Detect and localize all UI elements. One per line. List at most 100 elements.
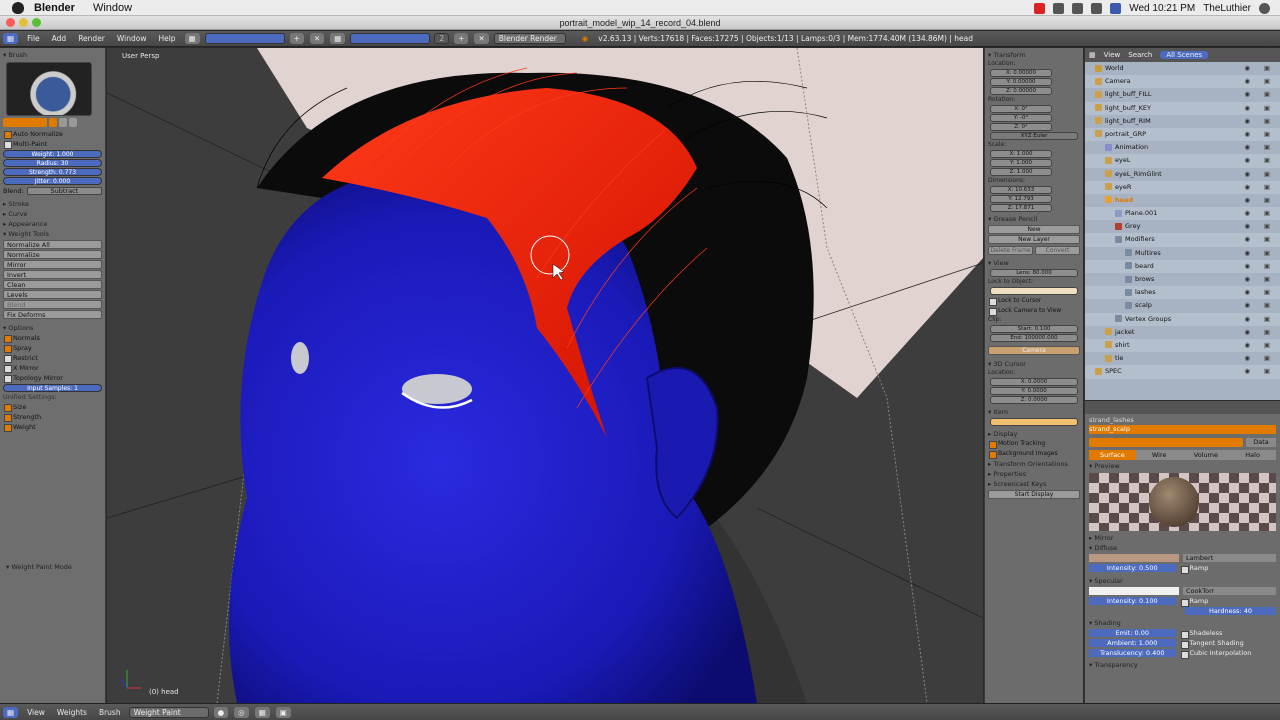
outliner-row[interactable]: eyeL ◉ ▣ — [1085, 154, 1280, 168]
render-visibility-icon[interactable]: ▣ — [1264, 247, 1270, 260]
outliner-search-menu[interactable]: Search — [1128, 51, 1152, 59]
outliner-row[interactable]: eyeL_RimGlint ◉ ▣ — [1085, 168, 1280, 181]
brush-add-button[interactable] — [59, 118, 67, 127]
visibility-eye-icon[interactable]: ◉ — [1244, 207, 1250, 220]
outliner-row[interactable]: Animation ◉ ▣ — [1085, 141, 1280, 154]
interaction-mode-select[interactable]: Weight Paint — [128, 706, 209, 718]
render-visibility-icon[interactable]: ▣ — [1264, 207, 1270, 220]
unified-size-checkbox[interactable]: Size — [3, 402, 102, 412]
diffuse-intensity-slider[interactable]: Intensity: 0.500 — [1089, 564, 1176, 572]
outliner-row[interactable]: brows ◉ ▣ — [1085, 273, 1280, 286]
render-visibility-icon[interactable]: ▣ — [1264, 194, 1270, 207]
render-visibility-icon[interactable]: ▣ — [1264, 141, 1270, 154]
render-visibility-icon[interactable]: ▣ — [1264, 273, 1270, 286]
lock-camera-checkbox[interactable]: Lock Camera to View — [988, 306, 1080, 316]
editor-type-icon[interactable]: ▦ — [3, 33, 19, 44]
normalize-button[interactable]: Normalize — [3, 250, 102, 259]
convert-button[interactable]: Convert — [1035, 246, 1080, 255]
unified-strength-checkbox[interactable]: Strength — [3, 412, 102, 422]
pivot-icon[interactable]: ◎ — [234, 706, 249, 718]
jitter-slider[interactable]: Jitter: 0.000 — [3, 177, 102, 185]
new-layer-button[interactable]: New Layer — [988, 235, 1080, 244]
scale-x[interactable]: X: 1.000 — [990, 150, 1052, 158]
outliner-row[interactable]: Modifiers ◉ ▣ — [1085, 233, 1280, 247]
visibility-eye-icon[interactable]: ◉ — [1244, 75, 1250, 88]
spray-checkbox[interactable]: Spray — [3, 343, 102, 353]
weight-slider[interactable]: Weight: 1.000 — [3, 150, 102, 158]
translucency-slider[interactable]: Translucency: 0.400 — [1089, 649, 1176, 657]
clock[interactable]: Wed 10:21 PM — [1129, 3, 1195, 14]
outliner-row[interactable]: Camera ◉ ▣ — [1085, 75, 1280, 89]
strength-slider[interactable]: Strength: 0.773 — [3, 168, 102, 176]
render-visibility-icon[interactable]: ▣ — [1264, 128, 1270, 141]
remove-screen-button[interactable]: ✕ — [309, 33, 325, 44]
specular-color-swatch[interactable] — [1089, 587, 1179, 595]
display-mode-select[interactable]: All Scenes — [1160, 51, 1209, 59]
clip-start-field[interactable]: Start: 0.100 — [990, 325, 1078, 333]
invert-button[interactable]: Invert — [3, 270, 102, 279]
mirror-button[interactable]: Mirror — [3, 260, 102, 269]
visibility-eye-icon[interactable]: ◉ — [1244, 339, 1250, 352]
tab-surface[interactable]: Surface — [1089, 450, 1136, 460]
item-header[interactable]: Item — [988, 407, 1080, 417]
visibility-eye-icon[interactable]: ◉ — [1244, 313, 1250, 326]
rotation-z[interactable]: Z: 0° — [990, 123, 1052, 131]
motion-tracking-checkbox[interactable]: Motion Tracking — [988, 439, 1080, 449]
outliner-row[interactable]: lashes ◉ ▣ — [1085, 286, 1280, 300]
volume-icon[interactable] — [1091, 2, 1103, 14]
layers-icon[interactable]: ▦ — [254, 706, 270, 718]
flag-icon[interactable] — [1110, 2, 1122, 14]
screen-layout-icon[interactable]: ▦ — [184, 33, 200, 44]
render-visibility-icon[interactable]: ▣ — [1264, 115, 1270, 128]
render-visibility-icon[interactable]: ▣ — [1264, 260, 1270, 273]
outliner-row[interactable]: eyeR ◉ ▣ — [1085, 180, 1280, 194]
add-screen-button[interactable]: + — [289, 33, 304, 44]
levels-button[interactable]: Levels — [3, 290, 102, 299]
outliner-row[interactable]: Multires ◉ ▣ — [1085, 247, 1280, 260]
apple-menu-icon[interactable] — [12, 1, 24, 14]
viewport-shading-icon[interactable]: ● — [213, 706, 229, 718]
outliner-view-menu[interactable]: View — [1104, 51, 1121, 59]
visibility-eye-icon[interactable]: ◉ — [1244, 62, 1250, 75]
render-visibility-icon[interactable]: ▣ — [1264, 339, 1270, 352]
transparency-header[interactable]: Transparency — [1085, 660, 1280, 670]
outliner-row[interactable]: shirt ◉ ▣ — [1085, 338, 1280, 353]
render-visibility-icon[interactable]: ▣ — [1264, 299, 1270, 312]
dimension-x[interactable]: X: 10.633 — [990, 186, 1052, 194]
render-visibility-icon[interactable]: ▣ — [1264, 62, 1270, 75]
tangent-shading-checkbox[interactable]: Tangent Shading — [1180, 639, 1277, 649]
outliner-row[interactable]: jacket ◉ ▣ — [1085, 326, 1280, 339]
scale-y[interactable]: Y: 1.000 — [990, 159, 1052, 167]
window-menu[interactable]: Window — [93, 2, 132, 14]
slot-item-selected[interactable]: strand_scalp — [1089, 425, 1276, 434]
diffuse-header[interactable]: Diffuse — [1085, 543, 1280, 553]
item-name-field[interactable] — [990, 418, 1078, 426]
outliner-row[interactable]: tie ◉ ▣ — [1085, 352, 1280, 365]
normalize-all-button[interactable]: Normalize All — [3, 240, 102, 249]
lens-field[interactable]: Lens: 80.000 — [990, 269, 1078, 277]
location-x[interactable]: X: 0.00000 — [990, 69, 1052, 77]
curve-panel-header[interactable]: Curve — [3, 209, 102, 219]
appearance-panel-header[interactable]: Appearance — [3, 219, 102, 229]
specular-intensity-slider[interactable]: Intensity: 0.100 — [1089, 597, 1176, 605]
slot-item[interactable]: strand_lashes — [1089, 416, 1276, 425]
location-z[interactable]: Z: 0.00000 — [990, 87, 1052, 95]
grease-pencil-header[interactable]: Grease Pencil — [988, 214, 1080, 224]
outliner-row[interactable]: World ◉ ▣ — [1085, 62, 1280, 75]
shadeless-checkbox[interactable]: Shadeless — [1180, 629, 1277, 639]
grease-new-button[interactable]: New — [988, 225, 1080, 234]
unified-weight-checkbox[interactable]: Weight — [3, 422, 102, 432]
visibility-eye-icon[interactable]: ◉ — [1244, 299, 1250, 312]
menu-render[interactable]: Render — [78, 34, 105, 43]
weight-paint-mode-panel[interactable]: Weight Paint Mode — [6, 562, 72, 572]
material-name-field[interactable] — [1089, 438, 1243, 447]
mirror-header[interactable]: Mirror — [1085, 533, 1280, 543]
display-header[interactable]: Display — [988, 429, 1080, 439]
screen-layout-field[interactable] — [204, 33, 285, 44]
menu-brush[interactable]: Brush — [99, 708, 121, 717]
weight-tools-header[interactable]: Weight Tools — [3, 229, 102, 239]
input-samples-slider[interactable]: Input Samples: 1 — [3, 384, 102, 392]
render-visibility-icon[interactable]: ▣ — [1264, 233, 1270, 246]
scale-z[interactable]: Z: 1.000 — [990, 168, 1052, 176]
camera-field[interactable]: Camera — [988, 346, 1080, 355]
